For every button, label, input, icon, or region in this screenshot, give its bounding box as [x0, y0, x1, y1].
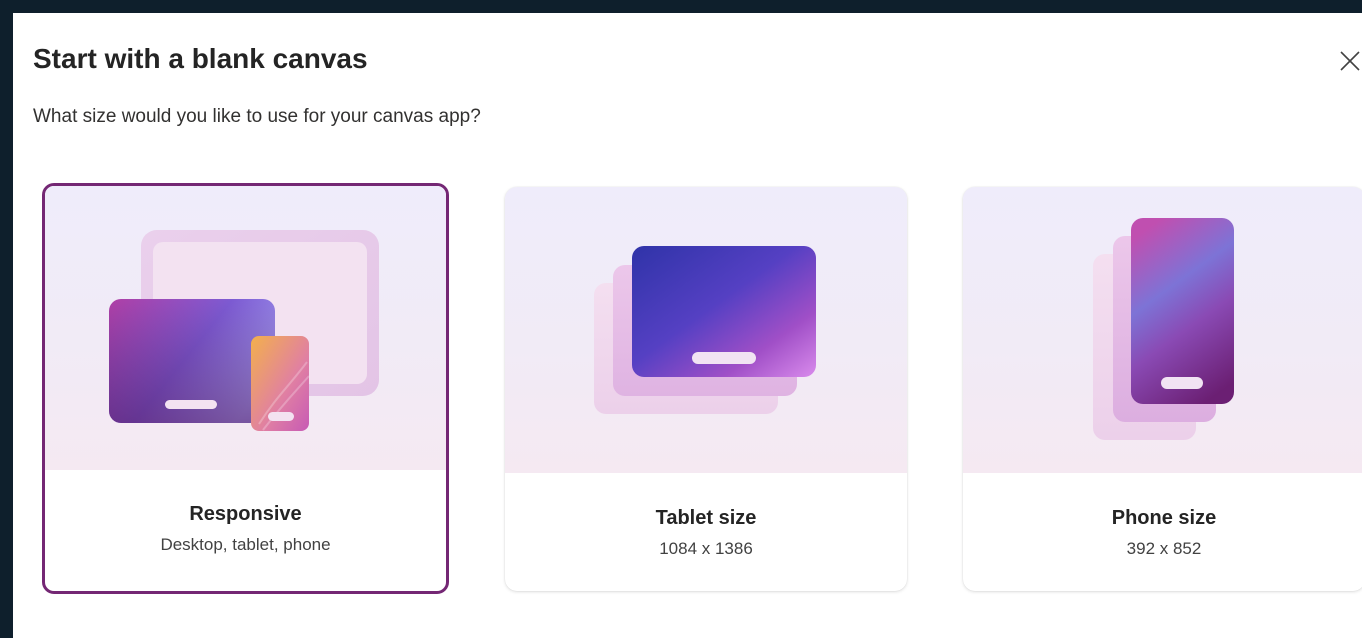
option-card-responsive[interactable]: Responsive Desktop, tablet, phone: [42, 183, 449, 594]
option-description: 392 x 852: [1126, 539, 1202, 558]
close-button[interactable]: [1335, 46, 1362, 76]
option-label: Phone size: [1111, 507, 1217, 529]
tablet-illustration: [594, 246, 816, 414]
option-card-phone[interactable]: Phone size 392 x 852: [963, 187, 1362, 591]
phone-illustration-area: [963, 187, 1362, 473]
blank-canvas-dialog: Start with a blank canvas What size woul…: [13, 13, 1362, 638]
phone-illustration: [1093, 218, 1234, 440]
option-description: 1084 x 1386: [659, 539, 753, 558]
option-label: Tablet size: [655, 507, 757, 529]
responsive-illustration-area: [45, 186, 446, 470]
dialog-title: Start with a blank canvas: [33, 43, 368, 74]
tablet-illustration-area: [505, 187, 907, 473]
option-description: Desktop, tablet, phone: [160, 535, 331, 554]
option-label: Responsive: [189, 503, 302, 525]
option-card-tablet[interactable]: Tablet size 1084 x 1386: [505, 187, 907, 591]
close-icon: [1340, 51, 1360, 71]
dialog-subtitle: What size would you like to use for your…: [33, 106, 481, 127]
responsive-illustration: [109, 230, 379, 431]
